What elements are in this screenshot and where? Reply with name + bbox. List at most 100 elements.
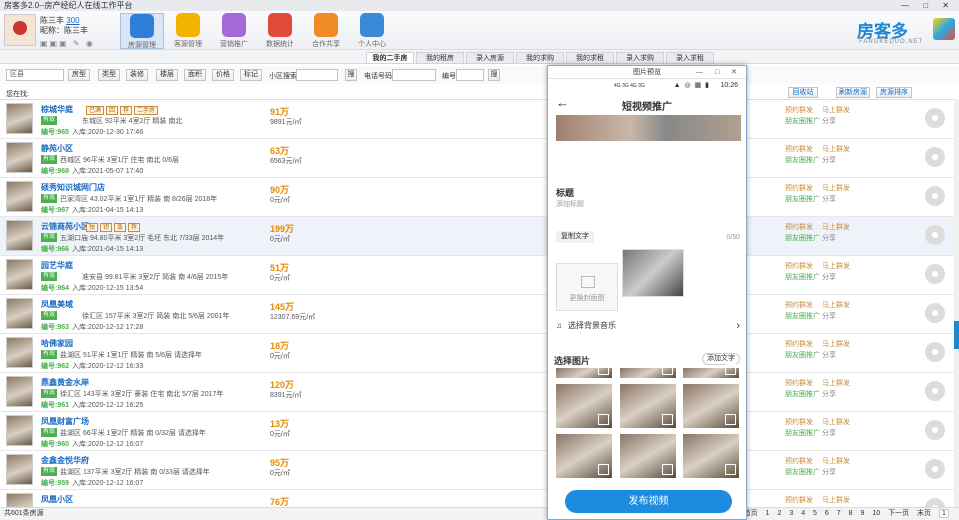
listing-thumbnail[interactable]	[6, 493, 33, 507]
list-scrollbar[interactable]	[954, 99, 959, 507]
scrollbar-thumb[interactable]	[954, 321, 959, 349]
eye-icon[interactable]	[925, 225, 945, 245]
eye-icon[interactable]	[925, 303, 945, 323]
eye-icon[interactable]	[925, 186, 945, 206]
tab-my-second-hand[interactable]: 我的二手房	[366, 52, 414, 64]
image-thumb[interactable]	[620, 384, 676, 428]
table-row[interactable]: 园艺华庭 有效 准安县 99.81平米 3室2厅 简装 南 4/6层 2015年…	[0, 256, 954, 295]
listing-thumbnail[interactable]	[6, 415, 33, 446]
listing-thumbnail[interactable]	[6, 337, 33, 368]
title-input[interactable]: 添加标题	[556, 199, 584, 209]
code-input[interactable]	[456, 69, 484, 81]
search-button[interactable]: 搜	[345, 69, 357, 81]
image-thumb[interactable]	[683, 384, 739, 428]
table-row[interactable]: 凤凰小区 76万 预约群发 马上群发	[0, 490, 954, 507]
eye-icon[interactable]	[925, 342, 945, 362]
copy-text-button[interactable]: 复制文字	[556, 231, 594, 243]
table-row[interactable]: 云锦商苑小区 独钥急荐 有效 五湖口庙 94.80平米 3室2厅 毛坯 东北 7…	[0, 217, 954, 256]
listing-table: 棕城华庭 已满四荐二手房 有效 东城区 92平米 4室2厅 精装 南北 编号:9…	[0, 99, 954, 507]
toolbar-marketing-button[interactable]: 营销推广	[212, 13, 256, 49]
page-link[interactable]: 3	[789, 510, 793, 517]
avatar[interactable]	[4, 14, 36, 46]
listing-thumbnail[interactable]	[6, 103, 33, 134]
back-arrow-icon[interactable]: ←	[556, 95, 569, 110]
eye-icon[interactable]	[925, 381, 945, 401]
code-search-button[interactable]: 搜	[488, 69, 500, 81]
toolbar-profile-button[interactable]: 个人中心	[350, 13, 394, 49]
decoration-filter[interactable]: 装修	[126, 69, 148, 81]
listing-thumbnail[interactable]	[6, 142, 33, 173]
image-thumb[interactable]	[556, 384, 612, 428]
page-link[interactable]: 10	[872, 510, 880, 517]
image-thumb[interactable]	[683, 364, 739, 378]
page-link[interactable]: 2	[777, 510, 781, 517]
eye-icon[interactable]	[925, 498, 945, 507]
table-row[interactable]: 凤凰美域 有效 徐汇区 157平米 3室2厅 简装 南北 5/6层 2001年 …	[0, 295, 954, 334]
user-icons[interactable]: ▣▣▣ ✎ ◉	[40, 39, 95, 48]
page-link[interactable]: 4	[801, 510, 805, 517]
floor-filter[interactable]: 楼层	[156, 69, 178, 81]
page-link[interactable]: 7	[837, 510, 841, 517]
table-row[interactable]: 棕城华庭 已满四荐二手房 有效 东城区 92平米 4室2厅 精装 南北 编号:9…	[0, 100, 954, 139]
table-row[interactable]: 金鑫金悦华府 有效 盐湖区 137平米 3室2厅 精装 南 0/33层 请选择年…	[0, 451, 954, 490]
listing-thumbnail[interactable]	[6, 376, 33, 407]
image-thumb[interactable]	[683, 434, 739, 478]
image-thumb[interactable]	[556, 434, 612, 478]
listing-thumbnail[interactable]	[6, 220, 33, 251]
sort-button[interactable]: 房源排序	[876, 87, 912, 98]
page-link[interactable]: 6	[825, 510, 829, 517]
price-filter[interactable]: 价格	[212, 69, 234, 81]
change-cover-button[interactable]: 更换封面图	[556, 263, 618, 311]
toolbar-client-button[interactable]: 客源管理	[166, 13, 210, 49]
table-row[interactable]: 静苑小区 有效 西城区 96平米 3室1厅 住宅 南北 0/6层 编号:968 …	[0, 139, 954, 178]
image-thumb[interactable]	[620, 364, 676, 378]
eye-icon[interactable]	[925, 459, 945, 479]
area-filter[interactable]: 面积	[184, 69, 206, 81]
page-link[interactable]: 1	[766, 510, 770, 517]
listing-thumbnail[interactable]	[6, 454, 33, 485]
category-filter[interactable]: 类型	[98, 69, 120, 81]
table-row[interactable]: 哈佛家园 有效 盐湖区 51平米 1室1厅 精装 南 5/6层 请选择年 编号:…	[0, 334, 954, 373]
eye-icon[interactable]	[925, 108, 945, 128]
toolbar-house-button[interactable]: 房源管理	[120, 13, 164, 49]
page-link[interactable]: 8	[849, 510, 853, 517]
page-link[interactable]: 9	[860, 510, 864, 517]
room-type-filter[interactable]: 房型	[68, 69, 90, 81]
recycle-bin-button[interactable]: 回收站	[788, 87, 818, 98]
tab-my-rental[interactable]: 我的租房	[416, 52, 464, 64]
page-select[interactable]: 1	[939, 508, 949, 518]
next-page-link[interactable]: 下一页	[888, 510, 909, 517]
phone-header: 短视频推广 ←	[548, 93, 746, 115]
image-thumb[interactable]	[620, 434, 676, 478]
tab-my-rent-request[interactable]: 我的求租	[566, 52, 614, 64]
toolbar-stats-button[interactable]: 数据统计	[258, 13, 302, 49]
tab-add-rent-request[interactable]: 录入求租	[666, 52, 714, 64]
background-music-row[interactable]: ♫ 选择背景音乐 ›	[548, 314, 746, 338]
tab-my-purchase[interactable]: 我的求购	[516, 52, 564, 64]
listing-thumbnail[interactable]	[6, 298, 33, 329]
mark-filter[interactable]: 标记	[240, 69, 262, 81]
window-controls[interactable]: — □ ✕	[901, 0, 955, 11]
last-page-link[interactable]: 末页	[917, 510, 931, 517]
table-row[interactable]: 硕秀知识城网门店 有效 巴家湾区 43.02平米 1室1厅 精装 南 8/26层…	[0, 178, 954, 217]
toolbar-share-button[interactable]: 合作共享	[304, 13, 348, 49]
eye-icon[interactable]	[925, 264, 945, 284]
region-select[interactable]: 区县	[6, 69, 64, 81]
page-link[interactable]: 5	[813, 510, 817, 517]
listing-thumbnail[interactable]	[6, 181, 33, 212]
user-number[interactable]: 300	[66, 16, 79, 25]
image-thumb[interactable]	[556, 364, 612, 378]
table-row[interactable]: 鼎鑫黄金水岸 有效 徐汇区 143平米 3室2厅 豪装 住宅 南北 5/7层 2…	[0, 373, 954, 412]
community-search-input[interactable]	[296, 69, 338, 81]
cover-image[interactable]	[622, 249, 684, 297]
listing-thumbnail[interactable]	[6, 259, 33, 290]
tab-add-listing[interactable]: 录入房源	[466, 52, 514, 64]
publish-video-button[interactable]: 发布视频	[565, 490, 732, 513]
tab-add-purchase[interactable]: 录入求购	[616, 52, 664, 64]
eye-icon[interactable]	[925, 147, 945, 167]
table-row[interactable]: 凤凰财富广场 有效 盐湖区 66平米 1室2厅 精装 南 0/32层 请选择年 …	[0, 412, 954, 451]
phone-input[interactable]	[392, 69, 436, 81]
eye-icon[interactable]	[925, 420, 945, 440]
refresh-button[interactable]: 刷新房源	[836, 87, 870, 98]
preview-window-controls[interactable]: — □ ✕	[696, 66, 742, 79]
